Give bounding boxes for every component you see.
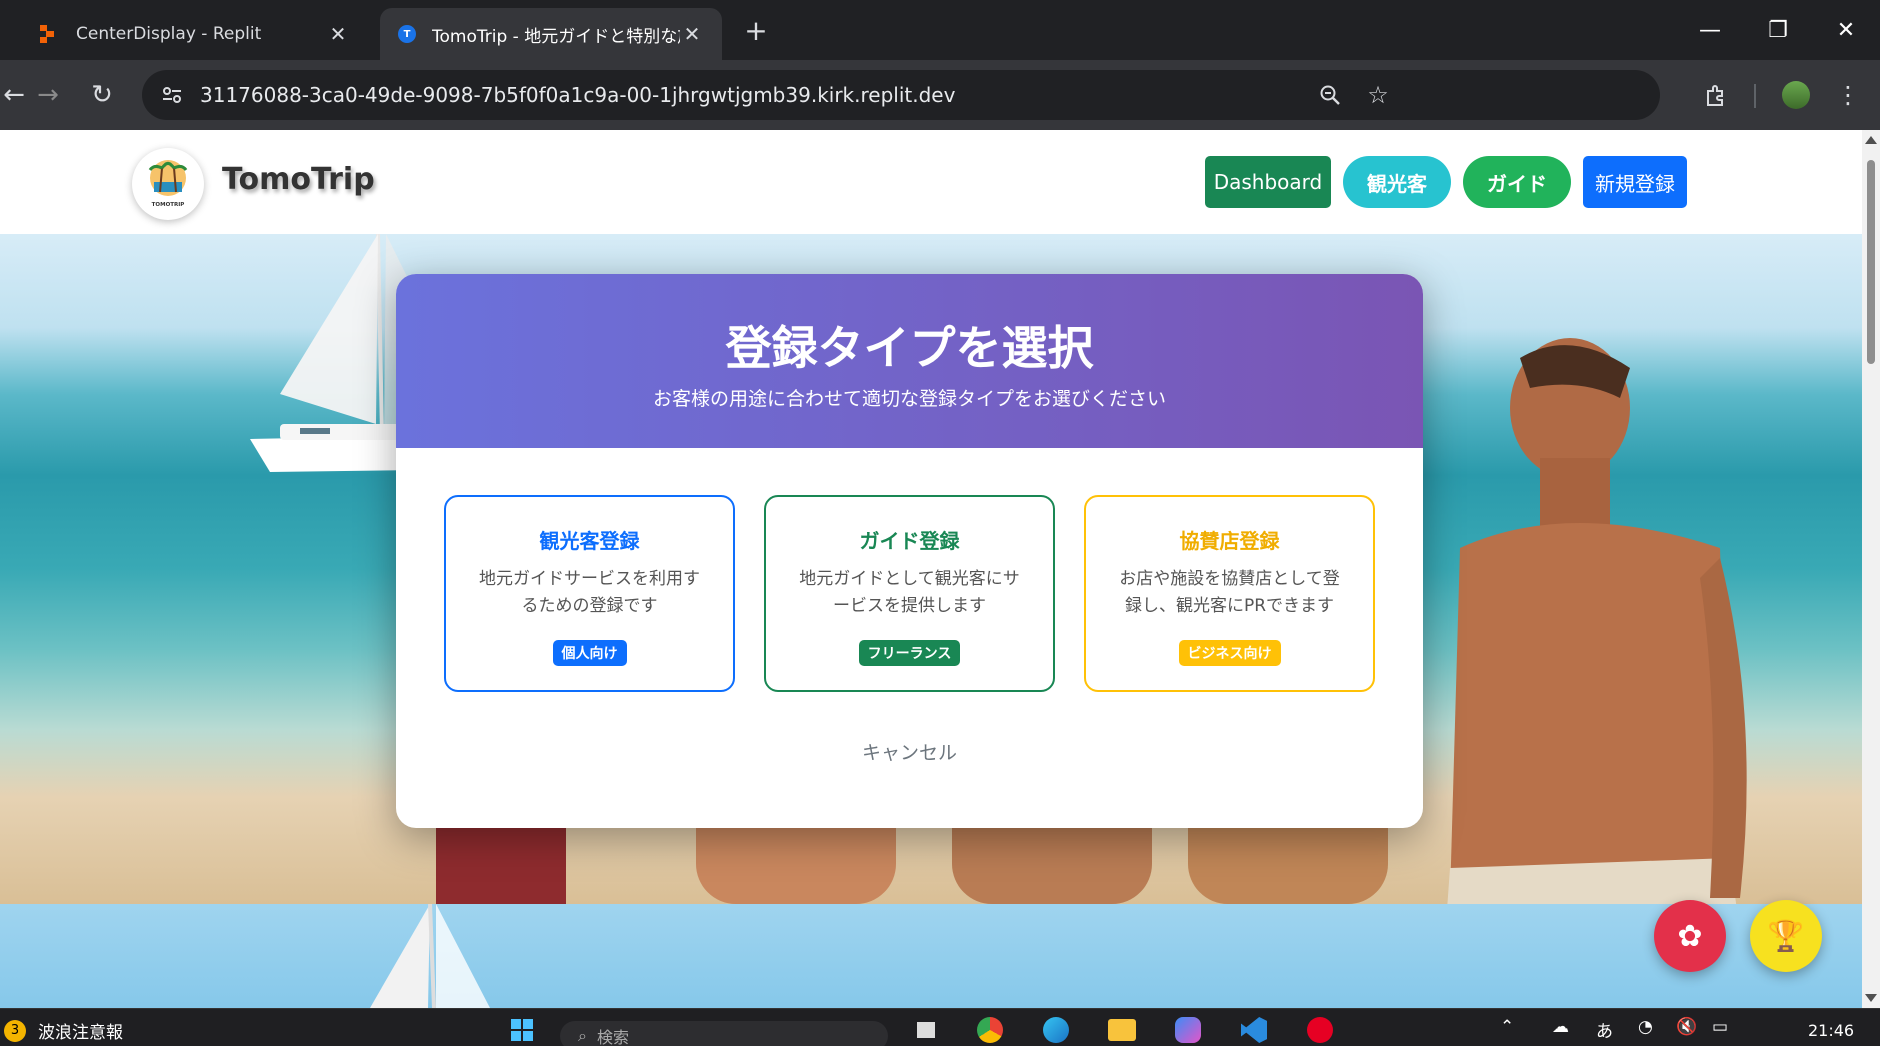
card-description: 地元ガイドサービスを利用するための登録です [479, 569, 700, 616]
scroll-up-icon[interactable] [1865, 136, 1877, 144]
tab-title: CenterDisplay - Replit [76, 24, 262, 44]
card-badge: 個人向け [552, 640, 627, 666]
windows-start-icon[interactable] [500, 1013, 544, 1046]
sponsor-registration-card[interactable]: 協賛店登録 お店や施設を協賛店として登録し、観光客にPRできます ビジネス向け [1084, 495, 1375, 692]
card-badge: フリーランス [858, 640, 961, 666]
scrollbar-thumb[interactable] [1867, 160, 1875, 364]
gear-icon: ✿ [1677, 918, 1703, 954]
site-settings-icon[interactable] [148, 71, 196, 119]
trophy-fab[interactable]: 🏆 [1750, 900, 1822, 972]
tab-tomotrip[interactable]: T TomoTrip - 地元ガイドと特別な旅 ✕ [380, 8, 722, 60]
tab-centerdisplay[interactable]: CenterDisplay - Replit ✕ [0, 8, 368, 60]
trophy-icon: 🏆 [1767, 918, 1805, 954]
reload-icon[interactable]: ↻ [82, 75, 122, 115]
modal-title: 登録タイプを選択 [725, 321, 1094, 375]
cloud-icon[interactable]: ☁ [1552, 1017, 1569, 1037]
page-scrollbar[interactable] [1862, 130, 1880, 1008]
new-tab-button[interactable]: + [736, 14, 776, 50]
svg-text:TOMOTRIP: TOMOTRIP [152, 202, 185, 208]
bookmark-star-icon[interactable]: ☆ [1358, 75, 1398, 115]
browser-tabstrip: CenterDisplay - Replit ✕ T TomoTrip - 地元… [0, 0, 1880, 60]
pinterest-icon[interactable] [1298, 1013, 1342, 1046]
volume-muted-icon[interactable]: 🔇 [1676, 1017, 1697, 1037]
task-view-icon[interactable] [904, 1013, 948, 1046]
tab-title: TomoTrip - 地元ガイドと特別な旅 [432, 26, 680, 47]
browser-menu-icon[interactable]: ⋮ [1828, 75, 1868, 115]
sailboat-mast-image [370, 904, 490, 1008]
guide-button[interactable]: ガイド [1463, 156, 1571, 208]
guide-registration-card[interactable]: ガイド登録 地元ガイドとして観光客にサービスを提供します フリーランス [764, 495, 1055, 692]
profile-avatar[interactable] [1776, 75, 1816, 115]
address-bar[interactable]: 31176088-3ca0-49de-9098-7b5f0f0a1c9a-00-… [142, 70, 1660, 120]
card-badge: ビジネス向け [1178, 640, 1281, 666]
modal-subtitle: お客様の用途に合わせて適切な登録タイプをお選びください [652, 388, 1166, 410]
tomotrip-logo[interactable]: TOMOTRIP [132, 148, 204, 220]
browser-toolbar: ← → ↻ 31176088-3ca0-49de-9098-7b5f0f0a1c… [0, 60, 1880, 130]
settings-fab[interactable]: ✿ [1654, 900, 1726, 972]
close-window-icon[interactable]: ✕ [1812, 8, 1880, 52]
dashboard-button[interactable]: Dashboard [1205, 156, 1331, 208]
tourist-button[interactable]: 観光客 [1343, 156, 1451, 208]
lower-section-background [0, 904, 1862, 1008]
chrome-icon[interactable] [968, 1013, 1012, 1046]
ime-indicator[interactable]: あ [1596, 1017, 1613, 1042]
card-description: 地元ガイドとして観光客にサービスを提供します [799, 569, 1020, 616]
page-viewport: TOMOTRIP TomoTrip Dashboard 観光客 ガイド 新規登録… [0, 130, 1862, 1008]
minimize-icon[interactable]: — [1676, 8, 1744, 52]
edge-icon[interactable] [1034, 1013, 1078, 1046]
battery-icon[interactable]: ▭ [1712, 1017, 1728, 1037]
brand-name[interactable]: TomoTrip [222, 162, 375, 197]
vscode-icon[interactable] [1232, 1013, 1276, 1046]
toolbar-separator [1754, 84, 1756, 108]
restore-icon[interactable]: ❐ [1744, 8, 1812, 52]
tab-close-icon[interactable]: ✕ [680, 22, 704, 46]
cancel-button[interactable]: キャンセル [396, 738, 1423, 765]
replit-favicon-icon [38, 25, 56, 43]
tourist-registration-card[interactable]: 観光客登録 地元ガイドサービスを利用するための登録です 個人向け [444, 495, 735, 692]
card-title: ガイド登録 [859, 529, 960, 553]
registration-type-modal: 登録タイプを選択 お客様の用途に合わせて適切な登録タイプをお選びください 観光客… [396, 274, 1423, 828]
modal-header: 登録タイプを選択 お客様の用途に合わせて適切な登録タイプをお選びください [396, 274, 1423, 448]
taskbar-search[interactable]: ⌕ 検索 [560, 1021, 888, 1046]
site-header: TOMOTRIP TomoTrip Dashboard 観光客 ガイド 新規登録 [0, 130, 1862, 234]
search-placeholder: 検索 [596, 1028, 629, 1046]
register-button[interactable]: 新規登録 [1583, 156, 1687, 208]
clock-time[interactable]: 21:46 [1808, 1021, 1854, 1040]
weather-text: 波浪注意報 [38, 1023, 123, 1043]
tray-chevron-icon[interactable]: ⌃ [1500, 1017, 1514, 1037]
tomotrip-favicon-icon: T [398, 25, 416, 43]
os-taskbar: 3 波浪注意報 ⌕ 検索 ⌃ ☁ あ ◔ 🔇 ▭ 21:46 [0, 1008, 1880, 1046]
weather-alert-badge: 3 [4, 1019, 26, 1042]
file-explorer-icon[interactable] [1100, 1013, 1144, 1046]
copilot-icon[interactable] [1166, 1013, 1210, 1046]
forward-icon[interactable]: → [28, 75, 68, 115]
search-icon: ⌕ [578, 1026, 587, 1045]
wifi-icon[interactable]: ◔ [1638, 1017, 1653, 1037]
card-title: 観光客登録 [539, 529, 640, 553]
weather-widget[interactable]: 3 波浪注意報 [4, 1018, 123, 1043]
tab-close-icon[interactable]: ✕ [326, 22, 350, 46]
scroll-down-icon[interactable] [1865, 994, 1877, 1002]
url-text: 31176088-3ca0-49de-9098-7b5f0f0a1c9a-00-… [200, 83, 956, 107]
zoom-icon[interactable] [1310, 75, 1350, 115]
extensions-icon[interactable] [1696, 75, 1736, 115]
card-title: 協賛店登録 [1179, 529, 1280, 553]
card-description: お店や施設を協賛店として登録し、観光客にPRできます [1119, 569, 1340, 616]
